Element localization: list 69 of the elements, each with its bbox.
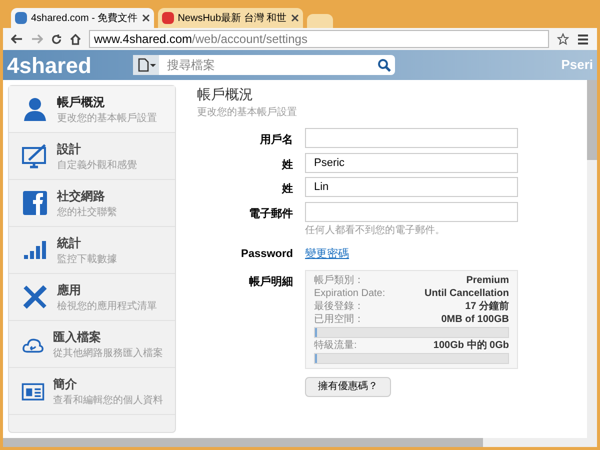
menu-icon[interactable] <box>577 34 589 44</box>
search-input[interactable]: 搜尋檔案 <box>159 56 373 74</box>
sidebar-item[interactable]: 應用 檢視您的應用程式清單 <box>9 274 175 321</box>
search-field[interactable]: 搜尋檔案 <box>133 55 395 75</box>
sidebar-item-title: 設計 <box>57 140 82 158</box>
sidebar-item[interactable]: 設計 自定義外觀和感覺 <box>9 133 175 180</box>
sidebar-item-title: 帳戶概況 <box>57 94 106 110</box>
tab-title: 4shared.com - 免費文件 <box>31 12 138 26</box>
home-icon[interactable] <box>70 34 81 44</box>
sidebar-item-title: 統計 <box>57 234 82 252</box>
detail-name: 特級流量: <box>314 339 357 352</box>
close-icon[interactable] <box>142 14 150 22</box>
file-dropdown-icon[interactable] <box>133 55 159 75</box>
field-label: 用戶名 <box>258 132 294 148</box>
close-icon[interactable] <box>290 14 299 22</box>
reload-icon[interactable] <box>51 34 62 44</box>
browser-tab[interactable]: 4shared.com - 免費文件 <box>11 8 154 28</box>
monitor-brush-icon <box>21 142 49 170</box>
change-password-link[interactable]: 變更密碼 <box>305 246 349 262</box>
detail-name: 已用空間： <box>314 313 364 326</box>
sidebar-item-title: 社交網路 <box>57 188 106 204</box>
horizontal-scrollbar[interactable] <box>3 438 597 447</box>
sidebar-item[interactable]: 帳戶概況 更改您的基本帳戶設置 <box>9 86 175 133</box>
sidebar-item-subtitle: 監控下載數據 <box>57 252 117 266</box>
text-input[interactable]: Pseric <box>305 152 518 172</box>
page-title: 帳戶概況 <box>197 85 254 104</box>
back-icon[interactable] <box>11 34 23 44</box>
coupon-button[interactable]: 擁有優惠碼？ <box>305 377 391 397</box>
sidebar-item-subtitle: 更改您的基本帳戶設置 <box>57 112 157 126</box>
sidebar-item[interactable]: 統計 監控下載數據 <box>9 227 175 274</box>
field-hint: 任何人都看不到您的電子郵件。 <box>305 224 446 238</box>
text-input[interactable] <box>305 202 518 222</box>
sidebar-item-title: 簡介 <box>53 376 78 392</box>
vertical-scrollbar[interactable] <box>587 80 597 438</box>
browser-tab[interactable]: NewsHub最新 台灣 和世 <box>158 8 303 28</box>
text-input[interactable]: Lin <box>305 177 518 197</box>
facebook-icon <box>21 189 49 217</box>
text-input[interactable] <box>305 128 518 148</box>
field-label: 姓 <box>280 182 294 197</box>
field-label: 帳戶明細 <box>248 274 294 290</box>
search-icon[interactable] <box>377 58 391 72</box>
detail-name: Expiration Date: <box>314 287 386 300</box>
sidebar-item-subtitle: 從其他網路服務匯入檔案 <box>53 346 163 360</box>
detail-value: Premium <box>466 274 509 287</box>
tab-title: NewsHub最新 台灣 和世 <box>178 12 287 26</box>
person-icon <box>21 95 49 123</box>
detail-value: 17 分鐘前 <box>465 300 509 313</box>
field-label: 姓 <box>280 158 294 172</box>
sidebar-item-subtitle: 自定義外觀和感覺 <box>57 158 137 172</box>
tab-favicon-icon <box>162 12 174 24</box>
detail-value: 100Gb 中的 0Gb <box>433 339 509 352</box>
sidebar-item-subtitle: 檢視您的應用程式清單 <box>57 300 157 314</box>
field-label: 電子郵件 <box>248 206 294 222</box>
sidebar-item[interactable]: 簡介 查看和編輯您的個人資料 <box>9 368 175 415</box>
detail-value: Until Cancellation <box>424 287 509 300</box>
sidebar-item[interactable]: 社交網路 您的社交聯繫 <box>9 180 175 227</box>
star-icon[interactable] <box>557 33 569 45</box>
sidebar-item-subtitle: 您的社交聯繫 <box>57 206 117 220</box>
sidebar-item-subtitle: 查看和編輯您的個人資料 <box>53 394 163 408</box>
field-label: Password <box>240 246 294 262</box>
sidebar-item-title: 應用 <box>57 282 82 298</box>
detail-name: 帳戶類別： <box>314 274 364 287</box>
sidebar-item-title: 匯入檔案 <box>53 328 102 346</box>
detail-name: 最後登錄： <box>314 300 364 313</box>
tab-favicon-icon <box>15 12 27 24</box>
detail-value: 0MB of 100GB <box>441 313 509 326</box>
page-subtitle: 更改您的基本帳戶設置 <box>197 106 298 120</box>
address-bar[interactable]: www.4shared.com/web/account/settings <box>89 30 549 48</box>
sidebar-item[interactable]: 匯入檔案 從其他網路服務匯入檔案 <box>9 321 175 368</box>
